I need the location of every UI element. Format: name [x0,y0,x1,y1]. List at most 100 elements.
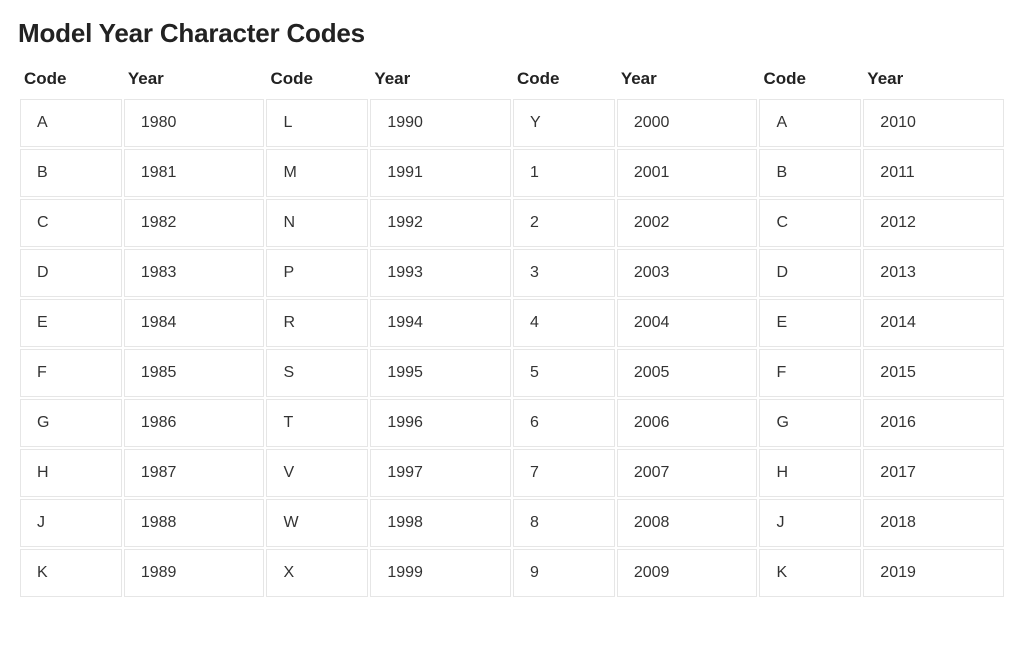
year-cell: 2010 [863,99,1004,147]
year-cell: 1988 [124,499,265,547]
code-cell: G [759,399,861,447]
year-cell: 2009 [617,549,758,597]
code-cell: J [759,499,861,547]
table-row: D1983P199332003D2013 [20,249,1004,297]
table-row: F1985S199552005F2015 [20,349,1004,397]
code-cell: K [759,549,861,597]
code-cell: 1 [513,149,615,197]
code-cell: D [759,249,861,297]
year-cell: 1992 [370,199,511,247]
header-year: Year [617,65,758,97]
year-cell: 2008 [617,499,758,547]
year-cell: 1999 [370,549,511,597]
code-cell: 7 [513,449,615,497]
code-cell: K [20,549,122,597]
year-cell: 1984 [124,299,265,347]
code-cell: V [266,449,368,497]
code-cell: J [20,499,122,547]
year-cell: 2000 [617,99,758,147]
table-row: B1981M199112001B2011 [20,149,1004,197]
code-cell: F [759,349,861,397]
year-cell: 2002 [617,199,758,247]
header-year: Year [863,65,1004,97]
code-cell: G [20,399,122,447]
page-title: Model Year Character Codes [18,18,1006,49]
table-row: E1984R199442004E2014 [20,299,1004,347]
year-cell: 1997 [370,449,511,497]
year-cell: 2019 [863,549,1004,597]
code-cell: 6 [513,399,615,447]
table-row: K1989X199992009K2019 [20,549,1004,597]
year-cell: 2017 [863,449,1004,497]
model-year-codes-table: Code Year Code Year Code Year Code Year … [18,63,1006,599]
header-code: Code [759,65,861,97]
year-cell: 1980 [124,99,265,147]
header-code: Code [513,65,615,97]
year-cell: 1989 [124,549,265,597]
code-cell: A [759,99,861,147]
code-cell: L [266,99,368,147]
year-cell: 2011 [863,149,1004,197]
code-cell: T [266,399,368,447]
code-cell: R [266,299,368,347]
header-year: Year [370,65,511,97]
code-cell: A [20,99,122,147]
code-cell: B [20,149,122,197]
year-cell: 1982 [124,199,265,247]
header-code: Code [20,65,122,97]
year-cell: 1993 [370,249,511,297]
year-cell: 2018 [863,499,1004,547]
year-cell: 2013 [863,249,1004,297]
year-cell: 2016 [863,399,1004,447]
code-cell: B [759,149,861,197]
code-cell: E [759,299,861,347]
code-cell: 3 [513,249,615,297]
year-cell: 1991 [370,149,511,197]
year-cell: 1985 [124,349,265,397]
code-cell: W [266,499,368,547]
year-cell: 1986 [124,399,265,447]
year-cell: 1994 [370,299,511,347]
header-code: Code [266,65,368,97]
code-cell: 2 [513,199,615,247]
table-row: J1988W199882008J2018 [20,499,1004,547]
code-cell: H [20,449,122,497]
code-cell: H [759,449,861,497]
code-cell: E [20,299,122,347]
year-cell: 2005 [617,349,758,397]
year-cell: 2004 [617,299,758,347]
code-cell: 5 [513,349,615,397]
code-cell: 9 [513,549,615,597]
table-row: C1982N199222002C2012 [20,199,1004,247]
year-cell: 1996 [370,399,511,447]
table-row: A1980L1990Y2000A2010 [20,99,1004,147]
code-cell: P [266,249,368,297]
year-cell: 2012 [863,199,1004,247]
year-cell: 1981 [124,149,265,197]
code-cell: C [20,199,122,247]
code-cell: Y [513,99,615,147]
year-cell: 2007 [617,449,758,497]
table-row: H1987V199772007H2017 [20,449,1004,497]
table-body: A1980L1990Y2000A2010B1981M199112001B2011… [20,99,1004,597]
year-cell: 1990 [370,99,511,147]
year-cell: 2001 [617,149,758,197]
code-cell: N [266,199,368,247]
year-cell: 1983 [124,249,265,297]
year-cell: 1987 [124,449,265,497]
code-cell: C [759,199,861,247]
year-cell: 1995 [370,349,511,397]
code-cell: M [266,149,368,197]
code-cell: F [20,349,122,397]
year-cell: 1998 [370,499,511,547]
year-cell: 2014 [863,299,1004,347]
code-cell: D [20,249,122,297]
code-cell: 8 [513,499,615,547]
code-cell: X [266,549,368,597]
year-cell: 2006 [617,399,758,447]
header-year: Year [124,65,265,97]
table-row: G1986T199662006G2016 [20,399,1004,447]
code-cell: S [266,349,368,397]
year-cell: 2003 [617,249,758,297]
year-cell: 2015 [863,349,1004,397]
